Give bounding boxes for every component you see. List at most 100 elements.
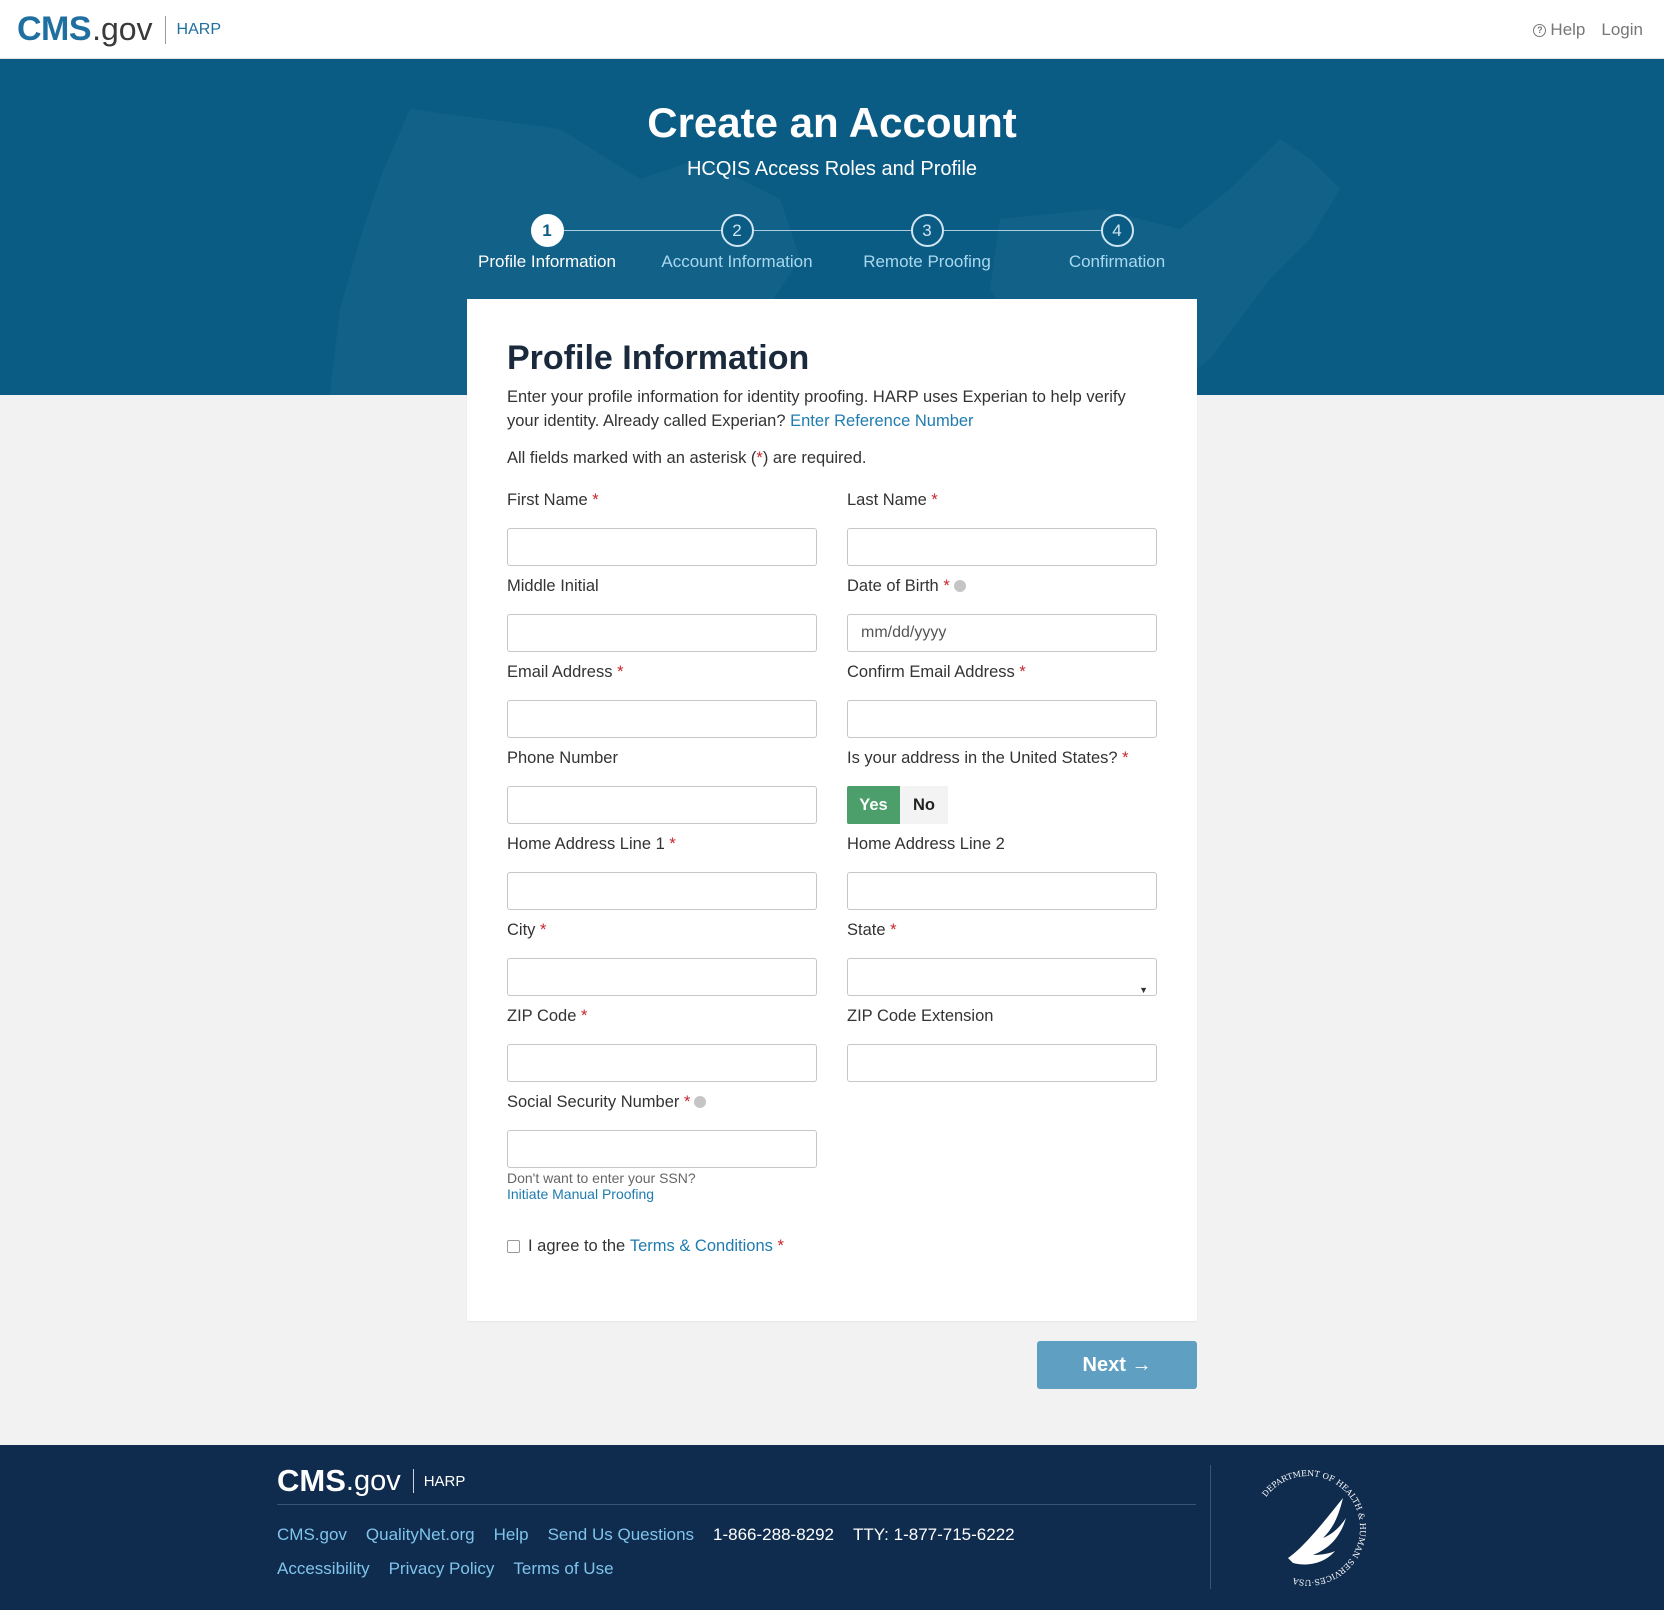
required-star: * bbox=[669, 835, 676, 853]
step-remote-proofing: 3 Remote Proofing bbox=[827, 214, 1027, 272]
manual-proofing-link[interactable]: Initiate Manual Proofing bbox=[507, 1186, 696, 1202]
phone-input[interactable] bbox=[507, 786, 817, 824]
step-account-information: 2 Account Information bbox=[637, 214, 837, 272]
footer-divider bbox=[277, 1504, 1196, 1505]
zip-extension-input[interactable] bbox=[847, 1044, 1157, 1082]
brand-cms: CMS bbox=[277, 1463, 346, 1498]
step-profile-information: 1 Profile Information bbox=[447, 214, 647, 272]
footer-link-cms[interactable]: CMS.gov bbox=[277, 1525, 347, 1545]
us-address-label: Is your address in the United States? * bbox=[847, 749, 1157, 769]
email-input[interactable] bbox=[507, 700, 817, 738]
first-name-field: First Name * bbox=[507, 491, 817, 566]
yes-button[interactable]: Yes bbox=[847, 786, 900, 824]
ssn-label: Social Security Number * bbox=[507, 1093, 817, 1113]
zip-input[interactable] bbox=[507, 1044, 817, 1082]
svg-text:DEPARTMENT OF HEALTH & HUMAN S: DEPARTMENT OF HEALTH & HUMAN SERVICES·US… bbox=[1260, 1469, 1367, 1587]
login-link[interactable]: Login bbox=[1601, 20, 1643, 40]
info-icon[interactable] bbox=[694, 1095, 707, 1108]
label-text: ZIP Code bbox=[507, 1007, 577, 1025]
label-text: Date of Birth bbox=[847, 577, 939, 595]
date-of-birth-field: Date of Birth * mm/dd/yyyy bbox=[847, 577, 1157, 652]
brand-cms: CMS bbox=[17, 10, 92, 48]
next-button[interactable]: Next → bbox=[1037, 1341, 1197, 1389]
step-label: Remote Proofing bbox=[863, 252, 991, 271]
address-line1-input[interactable] bbox=[507, 872, 817, 910]
enter-reference-number-link[interactable]: Enter Reference Number bbox=[790, 412, 973, 430]
footer-vertical-divider bbox=[1210, 1465, 1211, 1589]
step-label: Account Information bbox=[661, 252, 813, 271]
first-name-input[interactable] bbox=[507, 528, 817, 566]
cms-logo[interactable]: CMS .gov HARP bbox=[17, 10, 221, 49]
form-intro: Enter your profile information for ident… bbox=[507, 385, 1157, 433]
middle-initial-field: Middle Initial bbox=[507, 577, 817, 652]
required-star: * bbox=[777, 1237, 784, 1255]
no-button[interactable]: No bbox=[900, 786, 948, 824]
confirm-email-field: Confirm Email Address * bbox=[847, 663, 1157, 738]
us-address-toggle: Yes No bbox=[847, 786, 1157, 824]
city-field: City * bbox=[507, 921, 817, 996]
question-circle-icon: ? bbox=[1533, 23, 1547, 37]
required-star: * bbox=[931, 491, 938, 509]
state-label: State * bbox=[847, 921, 1157, 941]
step-number: 2 bbox=[720, 214, 754, 247]
ssn-input[interactable] bbox=[507, 1130, 817, 1168]
terms-checkbox[interactable] bbox=[507, 1240, 520, 1253]
ssn-field: Social Security Number * bbox=[507, 1093, 817, 1168]
step-confirmation: 4 Confirmation bbox=[1017, 214, 1217, 272]
brand-gov: .gov bbox=[345, 1464, 401, 1497]
footer-cms-logo[interactable]: CMS .gov HARP bbox=[277, 1463, 465, 1499]
label-text: City bbox=[507, 921, 536, 939]
city-input[interactable] bbox=[507, 958, 817, 996]
page-title: Create an Account bbox=[647, 99, 1017, 146]
required-star: * bbox=[581, 1007, 588, 1025]
date-of-birth-label: Date of Birth * bbox=[847, 577, 1157, 597]
zip-extension-label: ZIP Code Extension bbox=[847, 1007, 994, 1025]
ssn-help: Don't want to enter your SSN? Initiate M… bbox=[507, 1170, 696, 1202]
footer-link-accessibility[interactable]: Accessibility bbox=[277, 1559, 370, 1579]
terms-link[interactable]: Terms & Conditions bbox=[630, 1237, 773, 1256]
brand-app-name: HARP bbox=[176, 20, 221, 38]
state-select[interactable]: ▼ bbox=[847, 958, 1157, 996]
required-star: * bbox=[943, 577, 950, 595]
label-text: Email Address bbox=[507, 663, 613, 681]
info-icon[interactable] bbox=[953, 579, 966, 592]
state-field: State * ▼ bbox=[847, 921, 1157, 996]
footer-link-send-questions[interactable]: Send Us Questions bbox=[548, 1525, 694, 1545]
brand-gov: .gov bbox=[92, 11, 153, 47]
last-name-input[interactable] bbox=[847, 528, 1157, 566]
city-label: City * bbox=[507, 921, 817, 941]
caret-down-icon: ▼ bbox=[1139, 985, 1148, 995]
date-of-birth-input[interactable]: mm/dd/yyyy bbox=[847, 614, 1157, 652]
phone-label: Phone Number bbox=[507, 749, 618, 767]
confirm-email-input[interactable] bbox=[847, 700, 1157, 738]
first-name-label: First Name * bbox=[507, 491, 817, 511]
middle-initial-input[interactable] bbox=[507, 614, 817, 652]
help-label: Help bbox=[1550, 20, 1586, 39]
label-text: Is your address in the United States? bbox=[847, 749, 1118, 767]
arrow-right-icon: → bbox=[1131, 1354, 1152, 1376]
required-suffix: ) are required. bbox=[762, 449, 867, 467]
next-label: Next bbox=[1082, 1354, 1126, 1376]
footer-link-help[interactable]: Help bbox=[494, 1525, 529, 1545]
footer: CMS .gov HARP CMS.gov QualityNet.org Help… bbox=[0, 1445, 1664, 1610]
footer-link-privacy[interactable]: Privacy Policy bbox=[389, 1559, 495, 1579]
page-subtitle: HCQIS Access Roles and Profile bbox=[686, 158, 978, 180]
email-field: Email Address * bbox=[507, 663, 817, 738]
step-label: Profile Information bbox=[478, 252, 616, 271]
help-link[interactable]: ? Help bbox=[1533, 20, 1585, 40]
zip-extension-field: ZIP Code Extension bbox=[847, 1007, 1157, 1082]
label-text: First Name bbox=[507, 491, 588, 509]
required-note: All fields marked with an asterisk (*) a… bbox=[507, 449, 866, 468]
label-text: State bbox=[847, 921, 886, 939]
label-text: Social Security Number bbox=[507, 1093, 680, 1111]
required-star: * bbox=[592, 491, 599, 509]
footer-link-terms[interactable]: Terms of Use bbox=[513, 1559, 613, 1579]
required-star: * bbox=[540, 921, 547, 939]
footer-links-row1: CMS.gov QualityNet.org Help Send Us Ques… bbox=[277, 1525, 1015, 1545]
address-line2-label: Home Address Line 2 bbox=[847, 835, 1005, 853]
address-line2-input[interactable] bbox=[847, 872, 1157, 910]
footer-link-qualitynet[interactable]: QualityNet.org bbox=[366, 1525, 475, 1545]
profile-form-card: Profile Information Enter your profile i… bbox=[467, 299, 1197, 1321]
step-label: Confirmation bbox=[1068, 252, 1166, 271]
required-star: * bbox=[617, 663, 624, 681]
